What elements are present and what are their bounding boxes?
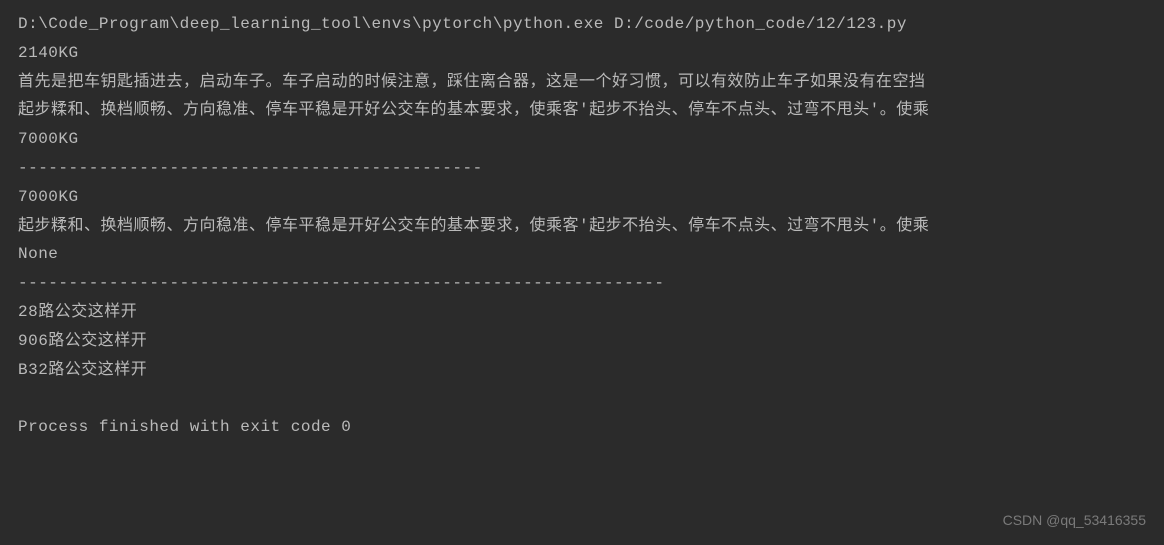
console-line: 28路公交这样开 [18, 298, 1146, 327]
console-line: B32路公交这样开 [18, 356, 1146, 385]
console-line: ----------------------------------------… [18, 269, 1146, 298]
watermark-text: CSDN @qq_53416355 [1003, 508, 1146, 533]
console-line: None [18, 240, 1146, 269]
console-line: 起步糅和、换档顺畅、方向稳准、停车平稳是开好公交车的基本要求，使乘客'起步不抬头… [18, 96, 1146, 125]
console-line: 7000KG [18, 125, 1146, 154]
console-line [18, 384, 1146, 413]
console-line: 7000KG [18, 183, 1146, 212]
console-output: D:\Code_Program\deep_learning_tool\envs\… [18, 10, 1146, 442]
console-line: 首先是把车钥匙插进去，启动车子。车子启动的时候注意，踩住离合器，这是一个好习惯，… [18, 68, 1146, 97]
console-line: 起步糅和、换档顺畅、方向稳准、停车平稳是开好公交车的基本要求，使乘客'起步不抬头… [18, 212, 1146, 241]
console-line: ----------------------------------------… [18, 154, 1146, 183]
console-line: D:\Code_Program\deep_learning_tool\envs\… [18, 10, 1146, 39]
console-line: 2140KG [18, 39, 1146, 68]
console-line: 906路公交这样开 [18, 327, 1146, 356]
console-line: Process finished with exit code 0 [18, 413, 1146, 442]
